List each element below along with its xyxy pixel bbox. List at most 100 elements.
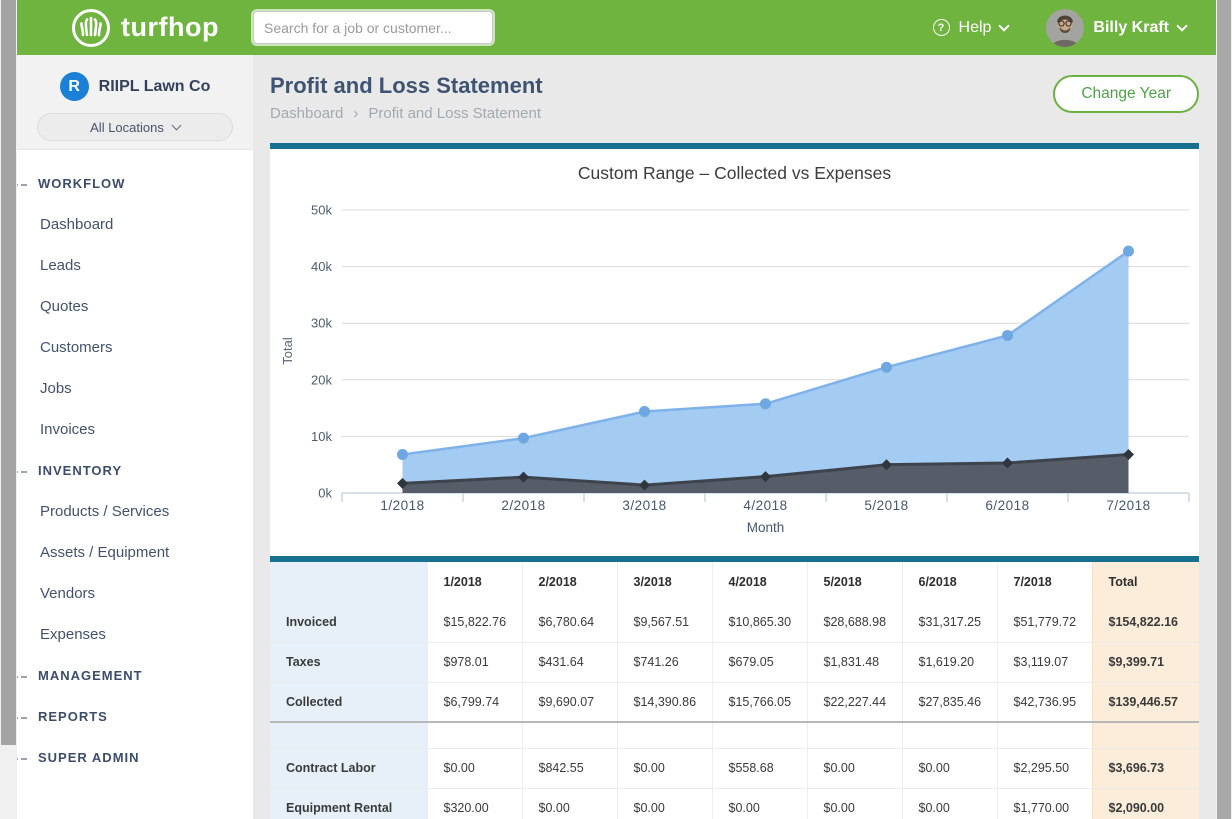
user-name: Billy Kraft [1093, 19, 1169, 37]
marker-collected [1123, 246, 1134, 257]
cell-value: $3,119.07 [997, 642, 1092, 682]
change-year-button[interactable]: Change Year [1053, 75, 1199, 113]
chevron-down-icon [171, 121, 181, 131]
cell-value: $1,831.48 [807, 642, 902, 682]
y-tick-label: 20k [311, 372, 332, 387]
location-filter-dropdown[interactable]: All Locations [37, 113, 233, 141]
column-header-6-2018: 6/2018 [902, 562, 997, 602]
sidebar-item-row: Assets / Equipment [17, 532, 253, 573]
column-header-5-2018: 5/2018 [807, 562, 902, 602]
sidebar-section-row: INVENTORY [17, 450, 253, 491]
marker-collected [1002, 330, 1013, 341]
breadcrumb: Dashboard›Profit and Loss Statement [270, 105, 541, 122]
sidebar-item-leads[interactable]: Leads [17, 257, 253, 274]
brand-logo[interactable]: turfhop [70, 7, 219, 49]
sidebar-item-invoices[interactable]: Invoices [17, 421, 253, 438]
sidebar-scrollbar[interactable] [0, 0, 17, 819]
cell-value: $842.55 [522, 748, 617, 788]
company-name: RIIPL Lawn Co [99, 78, 211, 96]
sidebar-section-reports: REPORTS [17, 709, 108, 724]
cell-value: $0.00 [617, 748, 712, 788]
user-menu[interactable]: Billy Kraft [1046, 9, 1186, 47]
pl-table-card: 1/20182/20183/20184/20185/20186/20187/20… [270, 556, 1199, 819]
sidebar-item-row: Customers [17, 327, 253, 368]
x-tick-label: 2/2018 [501, 498, 545, 513]
sidebar-item-row: Products / Services [17, 491, 253, 532]
marker-collected [518, 433, 529, 444]
page-scrollbar[interactable] [1216, 0, 1232, 819]
column-header-1-2018: 1/2018 [427, 562, 522, 602]
table-row-invoiced: Invoiced$15,822.76$6,780.64$9,567.51$10,… [270, 602, 1199, 642]
sidebar-item-quotes[interactable]: Quotes [17, 298, 253, 315]
avatar [1046, 9, 1084, 47]
y-tick-label: 30k [311, 316, 332, 331]
cell-value: $28,688.98 [807, 602, 902, 642]
main-content: Profit and Loss Statement Dashboard›Prof… [253, 55, 1216, 819]
cell-value: $0.00 [427, 748, 522, 788]
cell-value [902, 722, 997, 748]
app-screen: turfhop ? Help [0, 0, 1232, 819]
cell-value: $978.01 [427, 642, 522, 682]
sidebar-item-row: Expenses [17, 614, 253, 655]
sidebar-section-row: REPORTS [17, 696, 253, 737]
marker-collected [397, 449, 408, 460]
table-spacer-row [270, 722, 1199, 748]
cell-value: $10,865.30 [712, 602, 807, 642]
sidebar-item-jobs[interactable]: Jobs [17, 380, 253, 397]
cell-value: $431.64 [522, 642, 617, 682]
sidebar-item-dashboard[interactable]: Dashboard [17, 216, 253, 233]
brand-name: turfhop [121, 12, 219, 43]
help-menu[interactable]: ? Help [933, 19, 1009, 37]
cell-value [807, 722, 902, 748]
sidebar-item-row: Jobs [17, 368, 253, 409]
sidebar-item-vendors[interactable]: Vendors [17, 585, 253, 602]
cell-value: $741.26 [617, 642, 712, 682]
sidebar-item-expenses[interactable]: Expenses [17, 626, 253, 643]
sidebar-section-row: WORKFLOW [17, 163, 253, 204]
row-label: Taxes [270, 642, 427, 682]
cell-value: $31,317.25 [902, 602, 997, 642]
y-axis-title: Total [280, 337, 295, 365]
row-label [270, 722, 427, 748]
table-row-contract-labor: Contract Labor$0.00$842.55$0.00$558.68$0… [270, 748, 1199, 788]
breadcrumb-separator-icon: › [353, 105, 358, 122]
cell-total [1092, 722, 1199, 748]
cell-value: $320.00 [427, 788, 522, 819]
company-switcher[interactable]: R RIIPL Lawn Co [17, 72, 253, 101]
sidebar-scrollbar-thumb[interactable] [1, 0, 16, 745]
row-label: Invoiced [270, 602, 427, 642]
table-row-taxes: Taxes$978.01$431.64$741.26$679.05$1,831.… [270, 642, 1199, 682]
row-label: Contract Labor [270, 748, 427, 788]
app-header: turfhop ? Help [17, 0, 1216, 55]
sidebar-item-assets-equipment[interactable]: Assets / Equipment [17, 544, 253, 561]
cell-value: $9,567.51 [617, 602, 712, 642]
row-label: Equipment Rental [270, 788, 427, 819]
x-tick-label: 7/2018 [1106, 498, 1150, 513]
sidebar-section-workflow: WORKFLOW [17, 176, 125, 191]
search-input[interactable] [253, 11, 493, 44]
cell-value: $22,227.44 [807, 682, 902, 722]
sidebar-item-products-services[interactable]: Products / Services [17, 503, 253, 520]
sidebar-section-row: SUPER ADMIN [17, 737, 253, 778]
chart-body: Custom Range – Collected vs Expenses 0k1… [270, 149, 1199, 556]
sidebar: R RIIPL Lawn Co All Locations WORKFLOW Da… [17, 55, 253, 819]
cell-value: $2,295.50 [997, 748, 1092, 788]
cell-value: $1,619.20 [902, 642, 997, 682]
marker-collected [881, 362, 892, 373]
sidebar-item-customers[interactable]: Customers [17, 339, 253, 356]
x-tick-label: 6/2018 [985, 498, 1029, 513]
cell-value: $42,736.95 [997, 682, 1092, 722]
cell-value: $679.05 [712, 642, 807, 682]
cell-total: $3,696.73 [1092, 748, 1199, 788]
column-header-total: Total [1092, 562, 1199, 602]
cell-value: $6,799.74 [427, 682, 522, 722]
table-row-equipment-rental: Equipment Rental$320.00$0.00$0.00$0.00$0… [270, 788, 1199, 819]
sidebar-nav: WORKFLOW Dashboard Leads Quotes Customers Job… [17, 150, 253, 778]
table-row-collected: Collected$6,799.74$9,690.07$14,390.86$15… [270, 682, 1199, 722]
page-title: Profit and Loss Statement [270, 73, 543, 99]
cell-value [997, 722, 1092, 748]
sidebar-section-row: MANAGEMENT [17, 655, 253, 696]
page-scrollbar-thumb[interactable] [1217, 0, 1231, 819]
breadcrumb-dashboard[interactable]: Dashboard [270, 105, 343, 122]
sidebar-item-row: Quotes [17, 286, 253, 327]
